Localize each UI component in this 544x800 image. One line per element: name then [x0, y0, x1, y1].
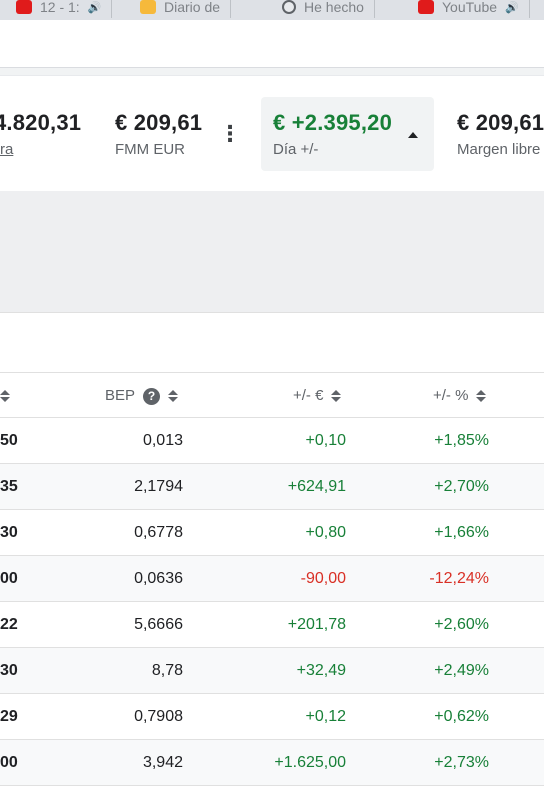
- cell-abs-change: +201,78: [287, 616, 346, 633]
- column-header-abs-change[interactable]: +/- €: [293, 373, 342, 419]
- audio-playing-icon[interactable]: 🔊: [505, 1, 519, 14]
- cell-pct-change: +2,49%: [434, 662, 489, 679]
- sort-icon[interactable]: [168, 390, 179, 402]
- column-header-pct-change[interactable]: +/- %: [433, 373, 487, 419]
- column-header-label: +/- €: [293, 387, 324, 404]
- more-options-icon[interactable]: ⋮: [219, 123, 241, 145]
- cell-previous: 22: [0, 616, 18, 633]
- cell-bep: 0,0636: [134, 570, 183, 587]
- fmm-value: € 209,61: [115, 110, 203, 135]
- table-row[interactable]: 29 0,7908 +0,12 +0,62%: [0, 694, 544, 740]
- cell-abs-change: +0,10: [305, 432, 346, 449]
- youtube-favicon-icon: [418, 0, 434, 14]
- cell-pct-change: +1,66%: [434, 524, 489, 541]
- audio-playing-icon[interactable]: 🔊: [88, 1, 102, 14]
- site-favicon-icon: [282, 0, 296, 14]
- cell-pct-change: +1,85%: [434, 432, 489, 449]
- tab-title: Diario de: [164, 0, 221, 15]
- day-change-value: € +2.395,20: [273, 110, 393, 135]
- cell-pct-change: +2,70%: [434, 478, 489, 495]
- cell-abs-change: +624,91: [287, 478, 346, 495]
- browser-tab-strip: 12 - 1: 🔊 Diario de He hecho YouTube 🔊: [0, 0, 544, 20]
- sort-icon[interactable]: [331, 390, 342, 402]
- cell-bep: 0,7908: [134, 708, 183, 725]
- cell-abs-change: -90,00: [300, 570, 346, 587]
- tab-title: 12 - 1:: [40, 0, 80, 15]
- column-header-label: +/- %: [433, 387, 469, 404]
- cell-pct-change: -12,24%: [429, 570, 489, 587]
- fmm-stat: € 209,61 FMM EUR: [115, 97, 215, 171]
- cell-pct-change: +2,73%: [434, 754, 489, 771]
- table-header: BEP ? +/- € +/- %: [0, 372, 544, 418]
- table-row[interactable]: 50 0,013 +0,10 +1,85%: [0, 418, 544, 464]
- browser-tab[interactable]: Diario de: [140, 0, 232, 18]
- cell-previous: 50: [0, 432, 18, 449]
- table-body: 50 0,013 +0,10 +1,85% 35 2,1794 +624,91 …: [0, 418, 544, 786]
- cell-bep: 2,1794: [134, 478, 183, 495]
- table-row[interactable]: 00 0,0636 -90,00 -12,24%: [0, 556, 544, 602]
- cell-previous: 30: [0, 662, 18, 679]
- browser-tab[interactable]: 12 - 1: 🔊: [16, 0, 113, 18]
- margin-stat: € 209,61 Margen libre: [457, 97, 544, 171]
- cell-abs-change: +0,80: [305, 524, 346, 541]
- chart-placeholder-panel: [0, 191, 544, 313]
- youtube-favicon-icon: [16, 0, 32, 14]
- cell-abs-change: +0,12: [305, 708, 346, 725]
- cell-bep: 5,6666: [134, 616, 183, 633]
- cell-bep: 0,6778: [134, 524, 183, 541]
- caret-up-icon[interactable]: [408, 132, 418, 138]
- tab-title: He hecho: [304, 0, 364, 15]
- margin-label: Margen libre: [457, 141, 541, 158]
- cash-stat: 4.820,31 ra: [0, 97, 100, 171]
- day-change-label: Día +/-: [273, 141, 319, 158]
- cell-previous: 29: [0, 708, 18, 725]
- table-row[interactable]: 35 2,1794 +624,91 +2,70%: [0, 464, 544, 510]
- account-summary: 4.820,31 ra € 209,61 FMM EUR ⋮ € +2.395,…: [0, 77, 544, 191]
- browser-tab[interactable]: He hecho: [282, 0, 375, 18]
- help-icon[interactable]: ?: [143, 387, 161, 405]
- tab-title: YouTube: [442, 0, 498, 15]
- cell-previous: 35: [0, 478, 18, 495]
- browser-tab[interactable]: YouTube 🔊: [418, 0, 530, 18]
- cell-previous: 00: [0, 570, 18, 587]
- cell-bep: 3,942: [142, 754, 183, 771]
- cell-previous: 30: [0, 524, 18, 541]
- sort-icon[interactable]: [476, 390, 487, 402]
- column-header-previous[interactable]: [0, 373, 10, 419]
- cell-abs-change: +32,49: [296, 662, 346, 679]
- table-row[interactable]: 00 3,942 +1.625,00 +2,73%: [0, 740, 544, 786]
- cell-abs-change: +1.625,00: [274, 754, 346, 771]
- column-header-bep[interactable]: BEP ?: [105, 373, 179, 419]
- fmm-label: FMM EUR: [115, 141, 185, 158]
- table-row[interactable]: 30 0,6778 +0,80 +1,66%: [0, 510, 544, 556]
- table-row[interactable]: 22 5,6666 +201,78 +2,60%: [0, 602, 544, 648]
- table-row[interactable]: 30 8,78 +32,49 +2,49%: [0, 648, 544, 694]
- positions-table: BEP ? +/- € +/- % 50 0,013 +0,10 +1,85% …: [0, 372, 544, 786]
- sort-icon[interactable]: [0, 390, 10, 402]
- cell-previous: 00: [0, 754, 18, 771]
- cell-bep: 8,78: [151, 662, 183, 679]
- site-favicon-icon: [140, 0, 156, 14]
- address-bar-area: [0, 20, 544, 68]
- cash-label[interactable]: ra: [0, 141, 13, 158]
- header-divider: [0, 68, 544, 76]
- cash-value: 4.820,31: [0, 110, 82, 135]
- column-header-label: BEP: [105, 387, 136, 404]
- cell-bep: 0,013: [142, 432, 183, 449]
- cell-pct-change: +0,62%: [434, 708, 489, 725]
- margin-value: € 209,61: [457, 110, 544, 135]
- cell-pct-change: +2,60%: [434, 616, 489, 633]
